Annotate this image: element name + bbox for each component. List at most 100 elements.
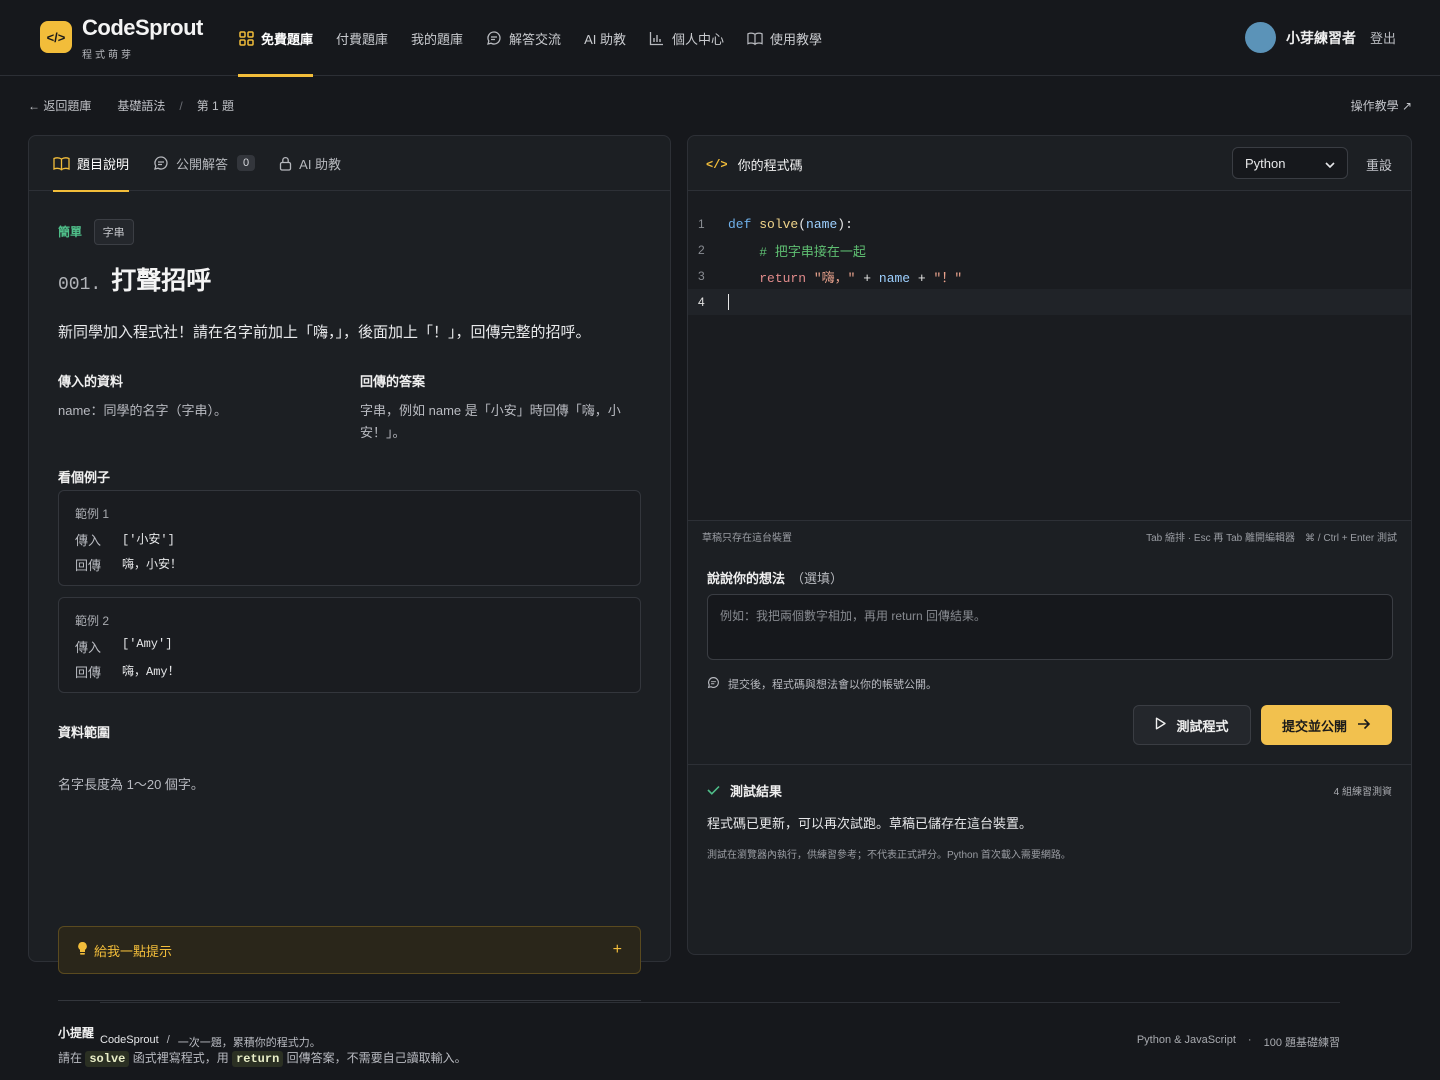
tip-text: 請在 solve 函式裡寫程式，用 return 回傳答案，不需要自己讀取輸入。: [58, 1049, 467, 1067]
nav-profile[interactable]: 個人中心: [649, 0, 724, 76]
examples-heading: 看個例子: [58, 470, 111, 485]
range-heading: 資料範圍: [58, 725, 111, 740]
example-output-label: 回傳: [75, 665, 102, 680]
publish-note: 提交後，程式碼與想法會以你的帳號公開。: [707, 676, 937, 692]
chevron-down-icon: [1325, 156, 1335, 171]
nav-ai-tutor[interactable]: AI 助教: [584, 0, 626, 76]
tip-text-part: 函式裡寫程式，用: [132, 1051, 229, 1065]
example-output-label: 回傳: [75, 558, 102, 573]
submit-publish-button[interactable]: 提交並公開: [1261, 705, 1392, 745]
book-icon: [747, 30, 763, 46]
lock-icon: [279, 156, 292, 171]
tip-heading: 小提醒: [58, 1026, 95, 1040]
example-input-label: 傳入: [75, 533, 102, 548]
hint-accordion[interactable]: 給我一點提示 +: [58, 926, 641, 974]
code-text: def solve(name):: [728, 216, 853, 232]
tab-public-solutions[interactable]: 公開解答 0: [153, 136, 256, 191]
nav-label: 付費題庫: [336, 31, 389, 47]
breadcrumb-category[interactable]: 基礎語法: [117, 97, 165, 114]
example-title: 範例 2: [75, 614, 110, 628]
keyboard-shortcuts: Tab 縮排 · Esc 再 Tab 離開編輯器 ⌘ / Ctrl + Ente…: [1146, 532, 1397, 544]
problem-name: 打聲招呼: [111, 267, 212, 295]
footer-left: CodeSprout / 一次一題，累積你的程式力。: [100, 1034, 321, 1050]
nav-solutions-forum[interactable]: 解答交流: [486, 0, 561, 76]
editor-header: </> 你的程式碼 Python 重設: [688, 136, 1411, 191]
output-text: 字串，例如 name 是「小安」時回傳「嗨，小安！」。: [360, 403, 621, 440]
code-text: # 把字串接在一起: [759, 244, 866, 260]
topic-tag[interactable]: 字串: [93, 219, 134, 245]
footer-separator: /: [166, 1034, 170, 1046]
nav-free-problems[interactable]: 免費題庫: [238, 0, 314, 77]
example-input-label: 傳入: [75, 640, 102, 655]
problem-content: 簡單 字串 001. 打聲招呼 新同學加入程式社！請在名字前加上「嗨，」，後面加…: [58, 219, 642, 1067]
back-to-bank-link[interactable]: ← 返回題庫: [28, 97, 91, 114]
thoughts-heading-label: 說說你的想法: [707, 571, 786, 586]
language-selected: Python: [1245, 155, 1286, 171]
brand-name[interactable]: CodeSprout: [82, 15, 203, 41]
nav-paid-problems[interactable]: 付費題庫: [336, 0, 388, 76]
tab-description[interactable]: 題目說明: [53, 136, 130, 192]
draft-status: 草稿只存在這台裝置: [702, 532, 792, 544]
code-chip: return: [232, 1051, 284, 1067]
line-number: 1: [698, 217, 705, 231]
user-menu: 小芽練習者 登出: [1244, 22, 1396, 53]
footer-tagline: 一次一題，累積你的程式力。: [177, 1037, 321, 1049]
example-output-row: 回傳 嗨，小安！: [75, 555, 624, 574]
result-heading-label: 測試結果: [730, 784, 783, 799]
test-code-button[interactable]: 測試程式: [1133, 705, 1251, 745]
input-heading: 傳入的資料: [58, 374, 124, 389]
footer-problem-count: 100 題基礎練習: [1263, 1037, 1340, 1049]
code-text: return "嗨，" + name + "！": [759, 270, 963, 286]
code-line: 1 def solve(name):: [688, 211, 1411, 237]
code-editor[interactable]: 1 def solve(name): 2 # 把字串接在一起 3 return …: [688, 191, 1411, 521]
example-output-value: 嗨，小安！: [122, 558, 183, 572]
nav-label: AI 助教: [584, 31, 626, 47]
line-number: 4: [698, 295, 705, 309]
tip-text-part: 請在: [58, 1051, 83, 1065]
problem-meta: 簡單 字串: [58, 219, 642, 245]
nav-tutorial[interactable]: 使用教學: [747, 0, 822, 76]
nav-label: 使用教學: [769, 31, 822, 47]
hint-label: 給我一點提示: [94, 943, 173, 959]
book-icon: [53, 156, 70, 171]
example-output-value: 嗨，Amy！: [122, 665, 180, 679]
code-chip: solve: [85, 1051, 130, 1067]
test-code-label: 測試程式: [1176, 718, 1229, 734]
tip-text-part: 回傳答案，不需要自己讀取輸入。: [286, 1051, 467, 1065]
reset-button[interactable]: 重設: [1366, 155, 1392, 174]
footer-brand[interactable]: CodeSprout: [100, 1034, 159, 1050]
testcase-count: 4 組練習測資: [1333, 787, 1392, 798]
logo-icon[interactable]: </>: [40, 21, 72, 53]
result-disclaimer: 測試在瀏覽器內執行，供練習參考；不代表正式評分。Python 首次載入需要網路。: [707, 850, 1071, 861]
play-icon: [1155, 717, 1167, 733]
example-input-value: ['小安']: [122, 533, 175, 547]
tab-label: 公開解答: [176, 156, 229, 172]
logout-link[interactable]: 登出: [1370, 28, 1396, 47]
nav-my-problems[interactable]: 我的題庫: [411, 0, 463, 76]
example-title: 範例 1: [75, 507, 110, 521]
input-spec: 傳入的資料 name：同學的名字（字串）。: [58, 371, 328, 422]
output-spec: 回傳的答案 字串，例如 name 是「小安」時回傳「嗨，小安！」。: [360, 371, 630, 444]
editor-status-bar: 草稿只存在這台裝置 Tab 縮排 · Esc 再 Tab 離開編輯器 ⌘ / C…: [688, 521, 1411, 551]
guide-link[interactable]: 操作教學 ↗: [1351, 97, 1412, 114]
text-caret: [728, 294, 729, 310]
thoughts-textarea[interactable]: 例如：我把兩個數字相加，再用 return 回傳結果。: [707, 594, 1393, 660]
user-name[interactable]: 小芽練習者: [1286, 28, 1356, 48]
avatar[interactable]: [1244, 22, 1276, 53]
line-number: 2: [698, 243, 705, 257]
grid-icon: [238, 30, 254, 46]
divider: [58, 1000, 641, 1001]
example-output-row: 回傳 嗨，Amy！: [75, 662, 624, 681]
problem-description: 新同學加入程式社！請在名字前加上「嗨，」，後面加上「！」，回傳完整的招呼。: [58, 324, 591, 341]
problem-panel: 題目說明 公開解答 0 AI 助教 簡單 字串 001. 打聲招呼 新同學加入程…: [28, 135, 671, 1067]
tab-label: AI 助教: [299, 156, 342, 172]
line-number: 3: [698, 269, 705, 283]
breadcrumb: ← 返回題庫 基礎語法 / 第 1 題: [28, 97, 234, 114]
expand-plus-icon: +: [612, 941, 622, 958]
language-select[interactable]: Python: [1232, 147, 1348, 179]
code-line: 3 return "嗨，" + name + "！": [688, 263, 1411, 289]
brand-subtitle: 程式萌芽: [82, 50, 134, 61]
lightbulb-icon: [77, 941, 88, 959]
tab-ai-tutor[interactable]: AI 助教: [279, 136, 341, 191]
problem-title: 001. 打聲招呼: [58, 261, 211, 297]
